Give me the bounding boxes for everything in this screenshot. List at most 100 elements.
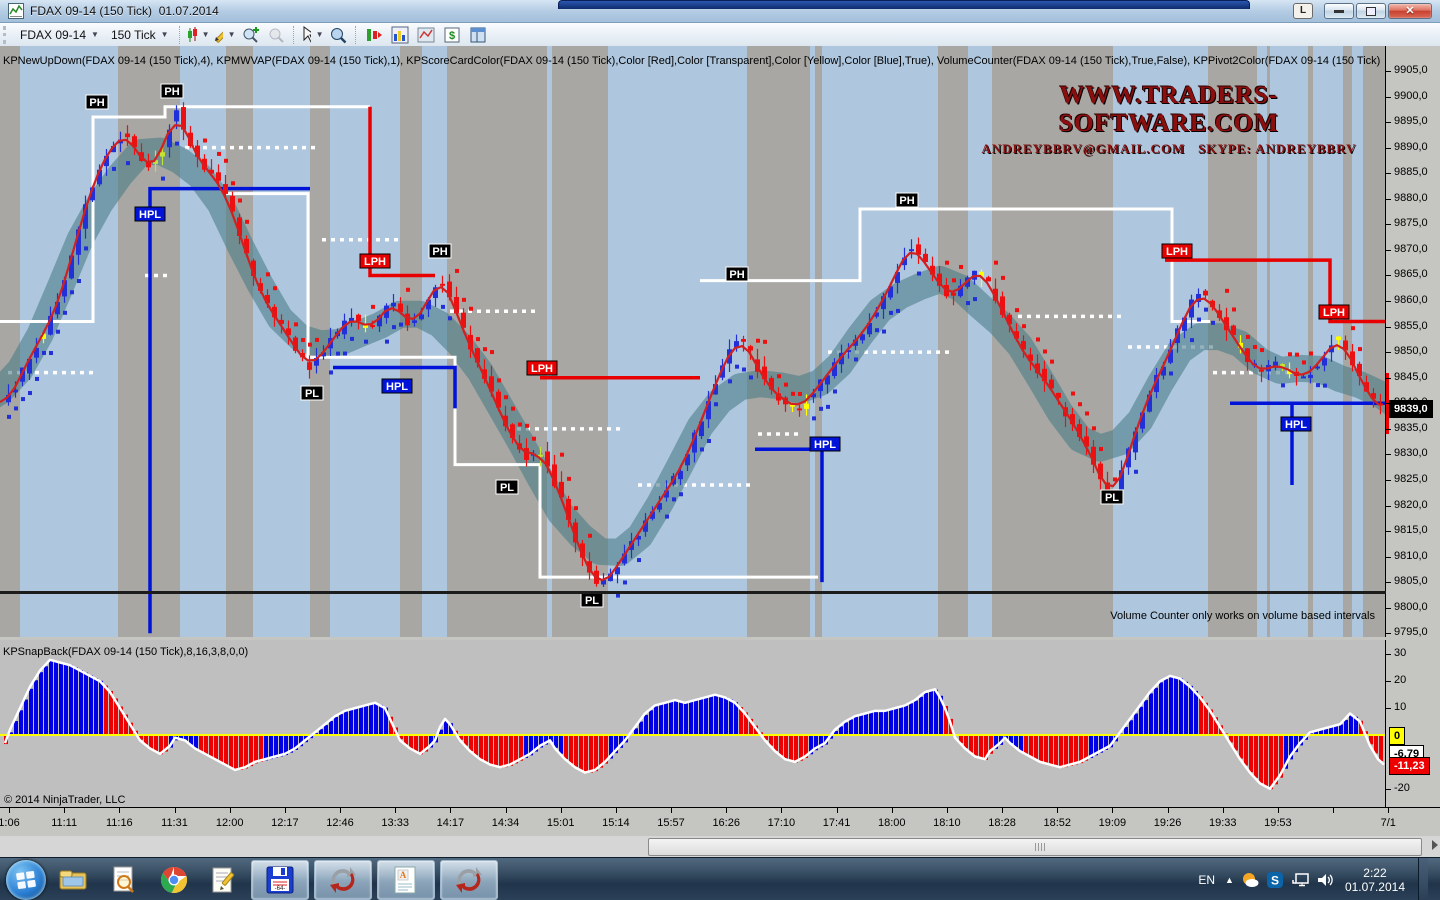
svg-text:HPL: HPL: [386, 381, 408, 393]
clock-date: 01.07.2014: [1345, 880, 1405, 894]
svg-text:PL: PL: [305, 388, 319, 400]
svg-text:HPL: HPL: [1285, 419, 1307, 431]
strategies-button[interactable]: [413, 24, 439, 46]
clock-time: 2:22: [1345, 866, 1405, 880]
ninjatrader-icon: [454, 865, 484, 895]
svg-text:PH: PH: [164, 86, 179, 98]
pointer-icon: [300, 26, 311, 44]
restore-button[interactable]: [1356, 3, 1386, 19]
explorer-icon: [58, 867, 90, 893]
notepad-icon: [209, 865, 239, 895]
svg-text:PH: PH: [432, 246, 447, 258]
indicators-button[interactable]: [387, 24, 413, 46]
toolbar-separator: [355, 26, 357, 44]
svg-text:-64-: -64-: [275, 886, 286, 892]
svg-text:S: S: [1271, 873, 1279, 887]
zoom-out-icon: [267, 26, 285, 44]
databox-icon: [329, 26, 347, 44]
indicator-parameters-text: KPNewUpDown(FDAX 09-14 (150 Tick),4), KP…: [3, 55, 1381, 67]
zoom-out-button[interactable]: [263, 24, 289, 46]
svg-text:LPH: LPH: [1166, 246, 1188, 258]
svg-text:LPH: LPH: [364, 256, 386, 268]
time-axis[interactable]: 1:0611:1111:1611:3112:0012:1712:4613:331…: [0, 807, 1440, 837]
window-titlebar[interactable]: FDAX 09-14 (150 Tick) 01.07.2014 L ✕: [0, 0, 1440, 23]
minimize-button[interactable]: [1324, 3, 1354, 19]
skype-tray-icon[interactable]: S: [1266, 871, 1284, 889]
taskbar-chrome[interactable]: [152, 860, 196, 900]
oscillator-parameters-text: KPSnapBack(FDAX 09-14 (150 Tick),8,16,3,…: [3, 646, 248, 658]
drawing-tools-button[interactable]: ▼: [211, 24, 237, 46]
oscillator-panel[interactable]: [0, 640, 1386, 807]
search-icon: [110, 865, 138, 895]
clock[interactable]: 2:22 01.07.2014: [1345, 866, 1405, 894]
volume-tray-icon[interactable]: [1316, 871, 1334, 889]
svg-text:PL: PL: [585, 595, 599, 607]
chevron-down-icon: ▼: [228, 30, 236, 39]
strategies-icon: [417, 26, 435, 44]
taskbar-app-document[interactable]: A: [377, 860, 435, 900]
toolbar-separator: [179, 26, 181, 44]
windows-logo-icon: [15, 869, 37, 891]
price-chart-panel[interactable]: PH PH PH PH PH PL PL PL PL LPH LPH LPH LPH HPL HPL HPL H…: [0, 46, 1386, 637]
chart-trader-icon: [365, 26, 383, 44]
svg-text:LPH: LPH: [531, 363, 553, 375]
svg-text:PH: PH: [729, 269, 744, 281]
start-button[interactable]: [6, 860, 46, 900]
taskbar-app-floppy[interactable]: -64-: [251, 860, 309, 900]
floppy-app-icon: -64-: [265, 865, 295, 895]
svg-text:HPL: HPL: [139, 209, 161, 221]
language-indicator[interactable]: EN: [1195, 873, 1218, 887]
scroll-right-arrow[interactable]: [1432, 840, 1438, 850]
taskbar-app-ninjatrader[interactable]: [314, 860, 372, 900]
window-title: FDAX 09-14 (150 Tick) 01.07.2014: [30, 4, 219, 18]
properties-icon: [469, 26, 487, 44]
svg-text:HPL: HPL: [814, 439, 836, 451]
svg-text:A: A: [400, 870, 407, 880]
chart-style-icon: [186, 26, 197, 44]
price-axis[interactable]: 9839,0 0 -6,79 -11,23 9905,09900,09895,0…: [1386, 46, 1440, 790]
taskbar-search-viewer[interactable]: [102, 860, 146, 900]
chart-style-button[interactable]: ▼: [185, 24, 211, 46]
databox-button[interactable]: [325, 24, 351, 46]
svg-text:PL: PL: [1105, 492, 1119, 504]
tray-expand-icon[interactable]: ▲: [1225, 875, 1234, 885]
cursor-button[interactable]: ▼: [299, 24, 325, 46]
oscillator-zero-badge: 0: [1389, 727, 1405, 745]
svg-text:PH: PH: [89, 97, 104, 109]
taskbar-notepad[interactable]: [202, 860, 246, 900]
properties-button[interactable]: [465, 24, 491, 46]
taskbar-app-ninjatrader-2[interactable]: [440, 860, 498, 900]
close-button[interactable]: ✕: [1388, 3, 1432, 19]
chart-trader-button[interactable]: [361, 24, 387, 46]
interval-dropdown[interactable]: 150 Tick ▼: [105, 24, 175, 45]
toolbar-grip[interactable]: [3, 26, 11, 44]
svg-text:PH: PH: [899, 195, 914, 207]
scrollbar-thumb[interactable]: [648, 838, 1422, 856]
network-tray-icon[interactable]: [1291, 871, 1309, 889]
zoom-in-button[interactable]: [237, 24, 263, 46]
ninjatrader-icon: [328, 865, 358, 895]
indicators-icon: [391, 26, 409, 44]
background-window-edge[interactable]: [558, 0, 1250, 9]
scrollbar-grip: [1035, 843, 1045, 851]
account-icon: $: [443, 26, 461, 44]
panel-splitter[interactable]: [0, 591, 1440, 594]
system-tray: EN ▲ S 2:22 01.07.2014: [1195, 858, 1428, 900]
instrument-dropdown[interactable]: FDAX 09-14 ▼: [14, 24, 105, 45]
chevron-down-icon: ▼: [161, 30, 169, 39]
draw-icon: [212, 26, 223, 44]
zoom-in-icon: [241, 26, 259, 44]
interval-label: 150 Tick: [111, 28, 156, 42]
svg-text:PL: PL: [500, 482, 514, 494]
weather-tray-icon[interactable]: [1241, 871, 1259, 889]
word-doc-icon: A: [392, 865, 420, 895]
chart-region: PH PH PH PH PH PL PL PL PL LPH LPH LPH LPH HPL HPL HPL H…: [0, 46, 1385, 857]
desktop: FDAX 09-14 (150 Tick) 01.07.2014 L ✕ FDA…: [0, 0, 1440, 900]
link-window-button[interactable]: L: [1293, 3, 1313, 19]
chevron-down-icon: ▼: [316, 30, 324, 39]
taskbar-explorer[interactable]: [52, 860, 96, 900]
show-desktop-button[interactable]: [1418, 858, 1428, 900]
svg-text:LPH: LPH: [1323, 307, 1345, 319]
account-button[interactable]: $: [439, 24, 465, 46]
oscillator-hist-badge: -11,23: [1389, 757, 1430, 775]
